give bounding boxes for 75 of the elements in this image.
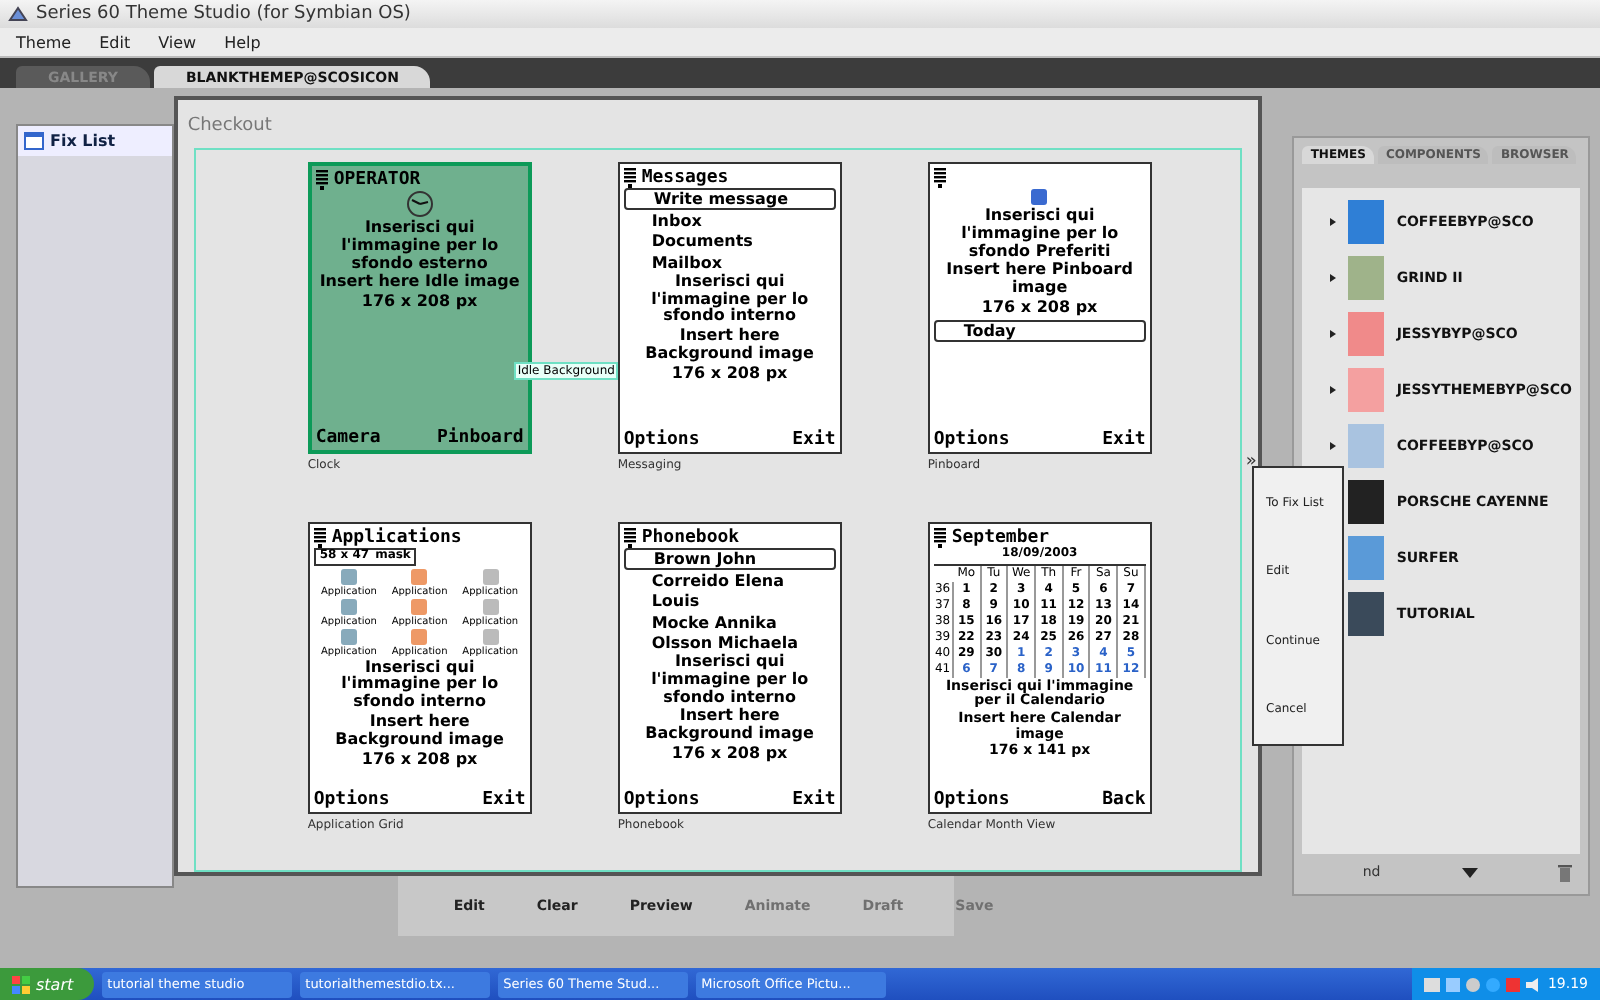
panel-title: Checkout	[185, 114, 272, 140]
softkey-label: Exit	[792, 430, 836, 450]
softkey-label: Options	[933, 430, 1010, 450]
app-logo-icon	[8, 4, 28, 24]
screen-title: OPERATOR	[333, 169, 421, 189]
screen-size-text: 176 x 208 px	[981, 299, 1098, 318]
menu-item[interactable]: View	[158, 33, 197, 51]
softkey-label: Options	[313, 790, 390, 810]
expand-arrow-icon[interactable]	[1330, 218, 1337, 226]
screen-title: Applications	[331, 527, 462, 547]
softkey-label: Exit	[792, 790, 836, 810]
menu-item[interactable]: Theme	[16, 33, 72, 51]
softkey-label: Exit	[482, 790, 526, 810]
screen-italian-text: Inserisci qui l'immagine per lo sfondo esterno	[339, 220, 501, 273]
screen-english-text: Insert here Background image	[333, 713, 506, 750]
screen-list-item[interactable]: Olsson Michaela	[623, 633, 836, 652]
expand-arrow-icon[interactable]	[1330, 386, 1337, 394]
menu-item[interactable]: Help	[224, 33, 261, 51]
pinboard-field[interactable]: Today	[933, 319, 1146, 342]
phone-screen-preview[interactable]	[927, 522, 1152, 814]
screen-english-text: Insert here Idle image	[319, 274, 520, 293]
app-icon	[1030, 188, 1049, 206]
softkey-label: Options	[623, 790, 700, 810]
trash-icon[interactable]	[1558, 863, 1572, 881]
screen-size-text: 176 x 208 px	[361, 751, 478, 769]
clock-icon	[405, 190, 434, 218]
screen-size-text: 176 x 208 px	[671, 365, 788, 384]
screen-italian-text: Inserisci qui l'immagine per lo sfondo Preferiti	[959, 208, 1121, 261]
screen-list-item[interactable]: Inbox	[623, 212, 836, 231]
screen-list-item[interactable]: Mocke Annika	[623, 613, 836, 632]
screen-english-text: Insert here Background image	[643, 328, 816, 364]
screen-size-text: 176 x 208 px	[361, 294, 478, 312]
start-button[interactable]: start	[0, 968, 94, 1000]
screen-italian-text: Inserisci qui l'immagine per lo sfondo interno	[649, 653, 811, 707]
expand-arrow-icon[interactable]	[1330, 330, 1337, 338]
softkey-label: Back	[1102, 790, 1146, 810]
phone-screen-preview[interactable]: Messages Write message Inbox Documents Mailbox Inserisci qui l'immagine per lo sfondo interno Insert here Background image 176 x 208 px Options Exit	[617, 162, 842, 454]
screen-list-item[interactable]: Write message	[623, 188, 836, 211]
softkey-label: Pinboard	[436, 428, 524, 448]
window-title: Series 60 Theme Studio (for Symbian OS)	[36, 4, 411, 24]
panel-title: Fix List	[50, 132, 116, 150]
phone-screen-preview[interactable]: Phonebook Brown John Correido Elena Louis Mocke Annika Olsson Michaela Inserisci qui l'immagine per lo sfondo interno Insert here Background image 176 x 208 px Options Exit	[617, 522, 842, 814]
signal-bars-icon	[315, 169, 328, 189]
screen-list-item[interactable]: Mailbox	[623, 253, 836, 272]
signal-bars-icon	[623, 167, 636, 187]
window-icon	[24, 132, 44, 150]
screen-size-text: 176 x 208 px	[671, 745, 788, 764]
expand-arrow-icon[interactable]	[1330, 274, 1337, 282]
windows-logo-icon	[12, 975, 30, 993]
screen-list-item[interactable]: Documents	[623, 232, 836, 252]
softkey-label: Options	[933, 790, 1010, 810]
signal-bars-icon	[933, 167, 946, 187]
screen-italian-text: Inserisci qui l'immagine per lo sfondo interno	[339, 659, 501, 712]
screen-title: Phonebook	[641, 527, 740, 547]
more-arrow[interactable]: »	[1245, 452, 1257, 472]
signal-bars-icon	[313, 527, 326, 547]
phone-screen-preview[interactable]: Inserisci qui l'immagine per lo sfondo Preferiti Insert here Pinboard image 176 x 208 px Today Options Exit	[927, 162, 1152, 454]
expand-arrow-icon[interactable]	[1330, 442, 1337, 450]
signal-bars-icon	[933, 527, 946, 547]
screen-list-item[interactable]: Louis	[623, 592, 836, 612]
screen-italian-text: Inserisci qui l'immagine per lo sfondo interno	[649, 273, 811, 327]
softkey-label: Options	[623, 430, 700, 450]
softkey-label: Camera	[315, 428, 381, 448]
menu-item[interactable]: Edit	[99, 33, 131, 51]
signal-bars-icon	[623, 527, 636, 547]
speaker-icon[interactable]	[1525, 977, 1542, 991]
screen-list-item[interactable]: Brown John	[623, 548, 836, 571]
screen-list-item[interactable]: Correido Elena	[623, 572, 836, 591]
screen-title: September	[951, 527, 1050, 547]
screen-english-text: Insert here Background image	[643, 708, 816, 744]
screen-english-text: Insert here Pinboard image	[944, 262, 1135, 298]
dropdown-arrow-icon[interactable]	[1461, 867, 1478, 877]
phone-screen-preview[interactable]	[307, 522, 532, 814]
screen-title: Messages	[641, 167, 729, 187]
softkey-label: Exit	[1102, 430, 1146, 450]
